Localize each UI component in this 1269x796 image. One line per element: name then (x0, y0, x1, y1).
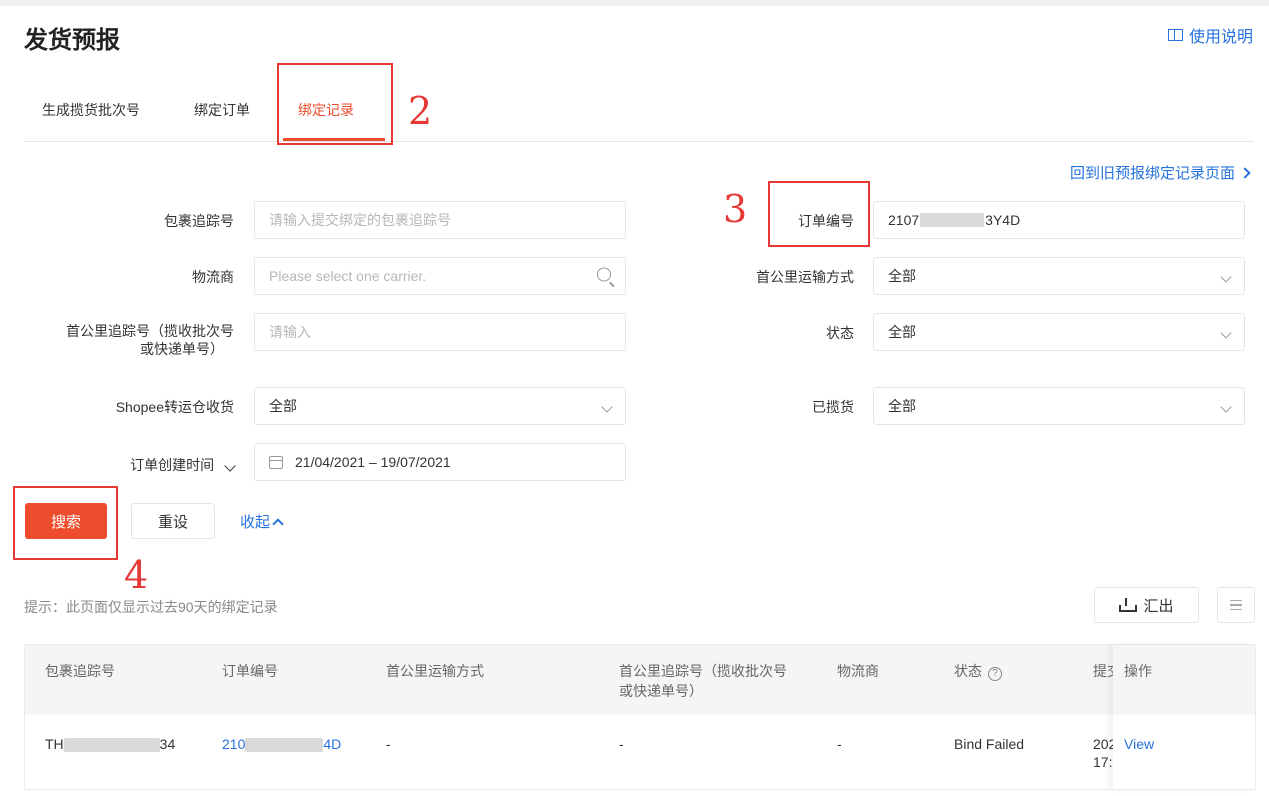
chevron-right-icon (1239, 166, 1251, 179)
calendar-icon (269, 455, 283, 469)
cell-order-suffix: 4D (323, 736, 342, 752)
reset-button[interactable]: 重设 (131, 503, 215, 539)
date-range-value: 21/04/2021 – 19/07/2021 (295, 454, 451, 470)
hint-text: 提示：此页面仅显示过去90天的绑定记录 (24, 599, 278, 615)
date-range-picker[interactable]: 21/04/2021 – 19/07/2021 (254, 443, 626, 481)
column-settings-button[interactable] (1217, 587, 1255, 623)
export-button[interactable]: 汇出 (1094, 587, 1199, 623)
firstmile-tracking-input[interactable]: 请输入 (254, 313, 626, 351)
tab-bar: 生成揽货批次号 绑定订单 绑定记录 (24, 86, 1254, 142)
top-strip (0, 0, 1269, 6)
cell-fm-method: - (386, 736, 391, 752)
firstmile-tracking-label: 首公里追踪号（揽收批次号 或快递单号） (20, 322, 234, 358)
th-fm-tracking-line1: 首公里追踪号（揽收批次号 (619, 663, 787, 679)
cell-submit-line2: 17: (1093, 754, 1113, 770)
tracking-placeholder: 请输入提交绑定的包裹追踪号 (269, 212, 451, 228)
carrier-label: 物流商 (192, 269, 234, 285)
chevron-down-icon (1220, 324, 1232, 340)
th-carrier: 物流商 (837, 663, 879, 679)
cell-order-no-link[interactable]: 210 4D (222, 735, 341, 753)
export-label: 汇出 (1143, 597, 1174, 615)
annotation-number-3: 3 (723, 187, 748, 231)
order-created-label: 订单创建时间 (130, 457, 215, 473)
view-link[interactable]: View (1124, 735, 1154, 753)
cell-tracking-suffix: 34 (159, 736, 176, 752)
status-label: 状态 (826, 325, 854, 341)
cell-carrier: - (837, 736, 842, 752)
collapse-label: 收起 (240, 514, 271, 531)
cell-fm-tracking: - (619, 736, 624, 752)
firstmile-tracking-placeholder: 请输入 (269, 324, 311, 340)
carrier-placeholder: Please select one carrier. (269, 268, 427, 284)
chevron-down-icon (601, 398, 613, 414)
records-table: 包裹追踪号 订单编号 首公里运输方式 首公里追踪号（揽收批次号 或快递单号） 物… (24, 644, 1256, 790)
guide-link-label: 使用说明 (1188, 29, 1253, 46)
status-select[interactable]: 全部 (873, 313, 1245, 351)
cell-status: Bind Failed (954, 736, 1025, 752)
redacted-block (245, 738, 324, 753)
redacted-block (920, 213, 985, 227)
guide-link[interactable]: 使用说明 (1167, 23, 1253, 47)
search-icon (597, 267, 611, 285)
chevron-down-icon (1220, 398, 1232, 414)
tab-generate-batch[interactable]: 生成揽货批次号 (42, 100, 140, 120)
th-status-label: 状态 (954, 663, 982, 679)
cell-order-prefix: 210 (222, 736, 246, 752)
firstmile-method-label: 首公里运输方式 (756, 269, 854, 285)
page-title: 发货预报 (24, 27, 120, 54)
help-icon[interactable]: ? (988, 667, 1002, 681)
action-column: 操作 View (1113, 645, 1255, 789)
order-created-dropdown[interactable]: 订单创建时间 (80, 455, 236, 475)
cell-tracking-prefix: TH (45, 736, 64, 752)
tab-bind-order[interactable]: 绑定订单 (194, 100, 250, 120)
order-no-input[interactable]: 2107 3Y4D (873, 201, 1245, 239)
redacted-block (63, 738, 160, 753)
order-no-label: 订单编号 (798, 213, 854, 229)
annotation-number-2: 2 (408, 89, 433, 133)
old-records-link[interactable]: 回到旧预报绑定记录页面 (1069, 162, 1251, 183)
th-fm-tracking-line2: 或快递单号） (619, 683, 703, 699)
chevron-down-icon (1220, 268, 1232, 284)
th-submit: 提交 (1093, 663, 1113, 679)
th-status: 状态? (954, 661, 1002, 681)
menu-icon (1230, 599, 1242, 602)
tracking-input[interactable]: 请输入提交绑定的包裹追踪号 (254, 201, 626, 239)
th-action: 操作 (1124, 663, 1152, 679)
firstmile-method-select[interactable]: 全部 (873, 257, 1245, 295)
picked-value: 全部 (888, 398, 916, 414)
chevron-down-icon (224, 460, 236, 472)
book-icon (1167, 29, 1183, 41)
old-records-link-label: 回到旧预报绑定记录页面 (1069, 165, 1235, 182)
picked-select[interactable]: 全部 (873, 387, 1245, 425)
firstmile-tracking-label-line1: 首公里追踪号（揽收批次号 (66, 323, 234, 339)
cell-submit-time: 202 17: (1093, 735, 1113, 771)
download-icon (1119, 598, 1138, 612)
picked-label: 已揽货 (812, 399, 854, 415)
status-value: 全部 (888, 324, 916, 340)
firstmile-method-value: 全部 (888, 268, 916, 284)
th-tracking: 包裹追踪号 (45, 663, 115, 679)
cell-tracking: TH 34 (45, 735, 175, 753)
collapse-link[interactable]: 收起 (240, 511, 284, 532)
annotation-number-4: 4 (124, 553, 149, 597)
tracking-label: 包裹追踪号 (164, 213, 234, 229)
th-fm-tracking: 首公里追踪号（揽收批次号 或快递单号） (619, 661, 787, 701)
firstmile-tracking-label-line2: 或快递单号） (140, 341, 224, 357)
order-no-suffix: 3Y4D (985, 212, 1021, 228)
shopee-warehouse-label: Shopee转运仓收货 (115, 399, 234, 415)
shopee-warehouse-select[interactable]: 全部 (254, 387, 626, 425)
search-button[interactable]: 搜索 (25, 503, 107, 539)
th-fm-method: 首公里运输方式 (386, 663, 484, 679)
carrier-select[interactable]: Please select one carrier. (254, 257, 626, 295)
th-order-no: 订单编号 (222, 663, 278, 679)
shopee-warehouse-value: 全部 (269, 398, 297, 414)
order-no-prefix: 2107 (888, 212, 920, 228)
chevron-up-icon (272, 517, 284, 530)
cell-submit-line1: 202 (1093, 736, 1113, 752)
annotation-box-2 (277, 63, 393, 145)
